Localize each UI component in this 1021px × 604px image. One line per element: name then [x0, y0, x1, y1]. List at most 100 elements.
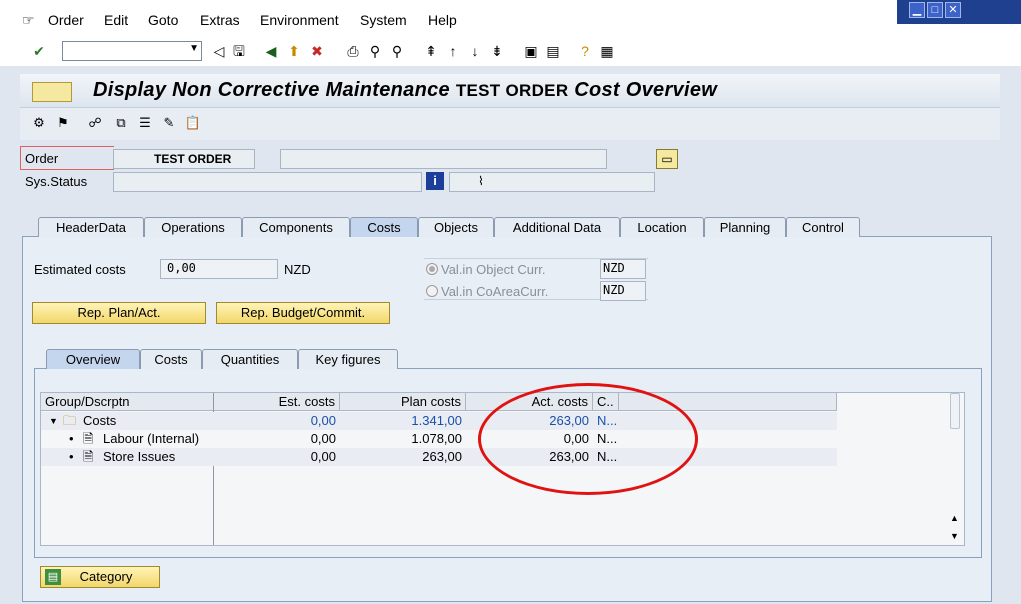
menu-bar: ☞ Order Edit Goto Extras Environment Sys… [0, 0, 1021, 40]
row-store-plan: 263,00 [422, 449, 462, 464]
subtab-costs[interactable]: Costs [140, 349, 202, 369]
radio-object-curr[interactable] [426, 263, 438, 275]
collapse-icon[interactable]: ▼ [49, 412, 58, 430]
back-icon[interactable]: ◀ [262, 42, 280, 60]
page-title: Display Non Corrective Maintenance TEST … [93, 79, 717, 102]
currency-label: NZD [284, 262, 311, 277]
standard-toolbar: ✔ ▼ ◁ 🖫 ◀ ⬆ ✖ ⎙ ⚲ ⚲ ⇞ ↑ ↓ ⇟ ▣ ▤ ? ▦ [0, 40, 1021, 66]
help-icon[interactable]: ? [576, 42, 594, 60]
menu-extras[interactable]: Extras [200, 12, 240, 28]
user-status-field: ⌇ [449, 172, 655, 192]
save-icon[interactable]: 🖫 [230, 42, 248, 60]
list-icon[interactable]: ☰ [136, 114, 154, 132]
subtab-overview[interactable]: Overview [46, 349, 140, 369]
window-controls: ▁ □ ✕ [897, 0, 1021, 24]
folder-icon: 🗀 [63, 413, 77, 428]
find-next-icon[interactable]: ⚲ [388, 42, 406, 60]
tab-headerdata[interactable]: HeaderData [38, 217, 144, 237]
estimated-costs-label: Estimated costs [34, 262, 126, 277]
row-costs-est: 0,00 [310, 413, 336, 428]
subtab-key-figures[interactable]: Key figures [298, 349, 398, 369]
row-labour-name: Labour (Internal) [103, 431, 200, 446]
bullet-icon: • [69, 431, 74, 446]
scroll-up-icon[interactable]: ▲ [950, 513, 959, 523]
object-curr-field: NZD [600, 259, 646, 279]
col-header-group[interactable]: Group/Dscrptn [41, 393, 214, 411]
rep-plan-act-button[interactable]: Rep. Plan/Act. [32, 302, 206, 324]
col-header-plan-costs[interactable]: Plan costs [340, 393, 466, 411]
shortcut-icon[interactable]: ▤ [544, 42, 562, 60]
tab-location[interactable]: Location [620, 217, 704, 237]
display-change-icon[interactable]: ⚙ [30, 114, 48, 132]
command-field[interactable]: ▼ [62, 41, 202, 61]
exit-icon[interactable]: ⬆ [285, 42, 303, 60]
prev-page-icon[interactable]: ↑ [444, 42, 462, 60]
row-costs-plan: 1.341,00 [411, 413, 462, 428]
title-bar: Display Non Corrective Maintenance TEST … [20, 74, 1000, 108]
menu-icon[interactable]: ☞ [22, 12, 35, 29]
network-icon[interactable]: ☍ [86, 114, 104, 132]
document-icon: 🗎 [83, 449, 94, 464]
sysstatus-label: Sys.Status [25, 174, 88, 189]
copy-icon[interactable]: ⧉ [112, 114, 130, 132]
row-labour-est: 0,00 [310, 431, 336, 446]
radio-coarea-curr[interactable] [426, 285, 438, 297]
tab-operations[interactable]: Operations [144, 217, 242, 237]
menu-order[interactable]: Order [48, 12, 84, 28]
estimated-costs-value: 0,00 [167, 261, 196, 275]
back-arrow-icon[interactable]: ◁ [210, 42, 228, 60]
menu-goto[interactable]: Goto [148, 12, 178, 28]
new-session-icon[interactable]: ▣ [522, 42, 540, 60]
info-icon[interactable]: i [426, 172, 444, 190]
row-costs-name: Costs [83, 413, 117, 428]
menu-system[interactable]: System [360, 12, 407, 28]
object-curr-value: NZD [603, 261, 625, 275]
menu-environment[interactable]: Environment [260, 12, 339, 28]
enter-icon[interactable]: ✔ [30, 42, 48, 60]
title-prefix: Display Non Corrective Maintenance [93, 79, 450, 101]
row-labour-plan: 1.078,00 [411, 431, 462, 446]
radio-coarea-curr-label: Val.in CoAreaCurr. [441, 284, 549, 299]
order-description-field[interactable] [280, 149, 607, 169]
order-field[interactable]: TEST ORDER [113, 149, 255, 169]
estimated-costs-field: 0,00 [160, 259, 278, 279]
cancel-icon[interactable]: ✖ [308, 42, 326, 60]
tab-costs[interactable]: Costs [350, 217, 418, 237]
tab-control[interactable]: Control [786, 217, 860, 237]
chevron-down-icon[interactable]: ▼ [189, 43, 199, 54]
vertical-scrollbar[interactable]: ▲ ▼ [947, 393, 963, 545]
minimize-icon[interactable]: ▁ [909, 2, 925, 18]
tab-planning[interactable]: Planning [704, 217, 786, 237]
edit-icon[interactable]: ✎ [160, 114, 178, 132]
rep-budget-commit-button[interactable]: Rep. Budget/Commit. [216, 302, 390, 324]
menu-edit[interactable]: Edit [104, 12, 128, 28]
find-icon[interactable]: ⚲ [366, 42, 384, 60]
scroll-thumb[interactable] [950, 393, 960, 429]
release-icon[interactable]: ⚑ [54, 114, 72, 132]
first-page-icon[interactable]: ⇞ [422, 42, 440, 60]
scroll-down-icon[interactable]: ▼ [950, 531, 959, 541]
app-toolbar: ⚙ ⚑ ☍ ⧉ ☰ ✎ 📋 [20, 108, 1000, 140]
layout-icon[interactable]: ▦ [598, 42, 616, 60]
tab-additional-data[interactable]: Additional Data [494, 217, 620, 237]
user-status-value: ⌇ [478, 174, 484, 188]
title-order: TEST ORDER [455, 81, 569, 100]
order-value: TEST ORDER [154, 152, 232, 166]
category-icon: ▤ [45, 569, 61, 585]
col-header-est-costs[interactable]: Est. costs [214, 393, 340, 411]
category-button[interactable]: ▤ Category [40, 566, 160, 588]
subtab-quantities[interactable]: Quantities [202, 349, 298, 369]
print-icon[interactable]: ⎙ [344, 42, 362, 60]
row-store-est: 0,00 [310, 449, 336, 464]
tab-components[interactable]: Components [242, 217, 350, 237]
screen-menu-button[interactable] [32, 82, 72, 102]
coarea-curr-value: NZD [603, 283, 625, 297]
menu-help[interactable]: Help [428, 12, 457, 28]
maximize-icon[interactable]: □ [927, 2, 943, 18]
clipboard-icon[interactable]: 📋 [184, 114, 202, 132]
next-page-icon[interactable]: ↓ [466, 42, 484, 60]
close-icon[interactable]: ✕ [945, 2, 961, 18]
folder-icon[interactable]: ▭ [656, 149, 678, 169]
tab-objects[interactable]: Objects [418, 217, 494, 237]
last-page-icon[interactable]: ⇟ [488, 42, 506, 60]
